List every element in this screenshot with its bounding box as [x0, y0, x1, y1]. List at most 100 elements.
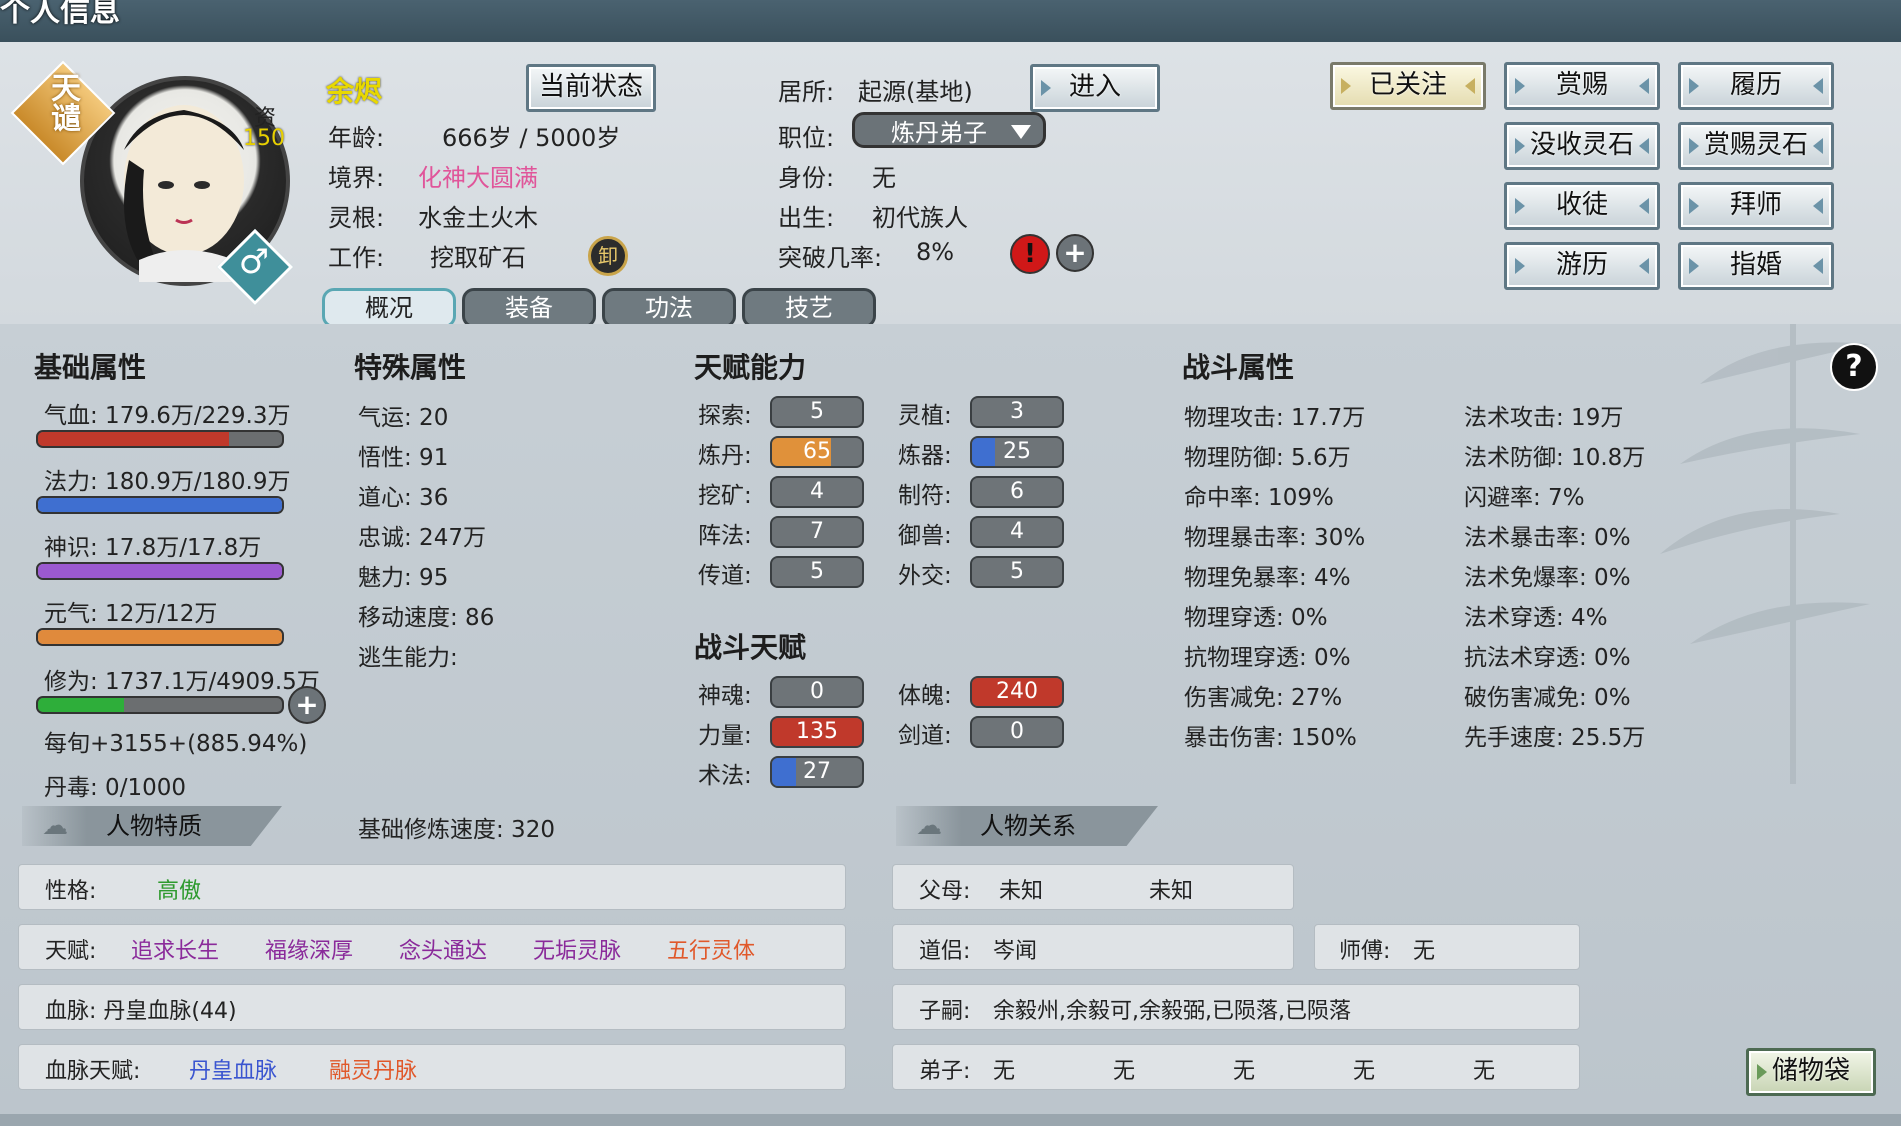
per-turn-gain: 每旬+3155+(885.94%) [44, 731, 308, 757]
work-value: 挖取矿石 [430, 244, 526, 272]
partner-panel: 道侣: 岑闻 [892, 924, 1294, 970]
master-value[interactable]: 无 [1413, 933, 1435, 965]
talent-stat-value: 25 [1003, 439, 1031, 464]
character-name: 余烬 [326, 75, 383, 108]
breakthrough-label: 突破几率: [778, 244, 883, 272]
parent-2[interactable]: 未知 [1149, 873, 1193, 905]
talent-stat-label: 炼器: [898, 443, 952, 469]
combat-stat: 法术防御: 10.8万 [1464, 445, 1646, 471]
combat-stat: 法术免爆率: 0% [1464, 565, 1631, 591]
combat-stat: 法术穿透: 4% [1464, 605, 1608, 631]
sense-bar [36, 562, 284, 580]
mp-bar-fill [38, 498, 282, 512]
talent-stat-label: 力量: [698, 723, 752, 749]
talent-stat-label: 阵法: [698, 523, 752, 549]
talent-stat-value: 240 [996, 679, 1038, 704]
talent-stat-fill [972, 398, 975, 426]
storage-bag-button[interactable]: 储物袋 [1746, 1048, 1876, 1096]
unload-work-icon[interactable]: 卸 [588, 236, 628, 276]
talent-stat-pill: 25 [970, 436, 1064, 468]
resume-button[interactable]: 履历 [1678, 62, 1834, 110]
position-label: 职位: [778, 124, 835, 152]
age-label: 年龄: [328, 124, 385, 152]
birth-label: 出生: [778, 204, 835, 232]
breakthrough-plus-icon[interactable]: + [1056, 234, 1094, 272]
combat-stat: 物理暴击率: 30% [1184, 525, 1366, 551]
talent-stat-label: 体魄: [898, 683, 952, 709]
combat-stat: 闪避率: 7% [1464, 485, 1585, 511]
talent-stat-label: 挖矿: [698, 483, 752, 509]
talent-stat-label: 剑道: [898, 723, 952, 749]
parent-1[interactable]: 未知 [999, 873, 1043, 905]
talent-stat-label: 术法: [698, 763, 752, 789]
talent-tag[interactable]: 五行灵体 [667, 933, 755, 965]
arrange-marriage-button[interactable]: 指婚 [1678, 242, 1834, 290]
tab-equipment[interactable]: 装备 [462, 288, 596, 328]
followed-button[interactable]: 已关注 [1330, 62, 1486, 110]
talent-stat-label: 探索: [698, 403, 752, 429]
talent-tag[interactable]: 丹皇血脉 [189, 1053, 277, 1085]
disciple-item[interactable]: 无 [1113, 1053, 1135, 1085]
birth-value: 初代族人 [872, 204, 968, 232]
basic-attributes-title: 基础属性 [34, 351, 147, 384]
disciples-panel: 弟子: 无 无 无 无 无 [892, 1044, 1580, 1090]
vigor-bar [36, 628, 284, 646]
children-value[interactable]: 余毅州,余毅可,余毅弼,已陨落,已陨落 [993, 993, 1351, 1025]
traits-header: ☁ 人物特质 [22, 806, 282, 846]
talent-tag[interactable]: 福缘深厚 [265, 933, 353, 965]
talent-stat-value: 27 [803, 759, 831, 784]
enter-button[interactable]: 进入 [1030, 64, 1160, 112]
disciple-item[interactable]: 无 [1353, 1053, 1375, 1085]
talent-stat-value: 4 [810, 479, 824, 504]
personality-panel: 性格: 高傲 [18, 864, 846, 910]
talent-tag[interactable]: 念头通达 [399, 933, 487, 965]
disciple-item[interactable]: 无 [1233, 1053, 1255, 1085]
position-dropdown[interactable]: 炼丹弟子 [852, 112, 1046, 148]
tab-skills[interactable]: 技艺 [742, 288, 876, 328]
talent-stat-value: 5 [1010, 559, 1024, 584]
reward-stone-button[interactable]: 赏赐灵石 [1678, 122, 1834, 170]
combat-stat: 抗法术穿透: 0% [1464, 645, 1631, 671]
base-cultivation-speed: 基础修炼速度: 320 [358, 817, 555, 843]
tab-overview[interactable]: 概况 [322, 288, 456, 328]
talent-tag[interactable]: 无垢灵脉 [533, 933, 621, 965]
warning-icon[interactable]: ! [1010, 234, 1050, 274]
hp-bar [36, 430, 284, 448]
parents-panel: 父母: 未知 未知 [892, 864, 1294, 910]
disciple-item[interactable]: 无 [993, 1053, 1015, 1085]
combat-stat: 法术攻击: 19万 [1464, 405, 1624, 431]
window-titlebar: 个人信息 [0, 0, 1901, 42]
talent-stat-value: 5 [810, 559, 824, 584]
bamboo-decoration-icon [1660, 324, 1870, 784]
special-item: 道心: 36 [358, 485, 449, 511]
partner-value[interactable]: 岑闻 [993, 933, 1037, 965]
become-apprentice-button[interactable]: 拜师 [1678, 182, 1834, 230]
talent-stat-value: 5 [810, 399, 824, 424]
take-apprentice-button[interactable]: 收徒 [1504, 182, 1660, 230]
special-attributes-title: 特殊属性 [354, 351, 467, 384]
personality-value: 高傲 [157, 879, 202, 904]
cultivation-plus-icon[interactable]: + [288, 686, 326, 724]
personality-label: 性格: [45, 879, 97, 904]
breakthrough-value: 8% [916, 238, 955, 266]
bottom-strip [0, 1114, 1901, 1126]
reward-button[interactable]: 赏赐 [1504, 62, 1660, 110]
talent-stat-pill: 4 [970, 516, 1064, 548]
talent-tag[interactable]: 追求长生 [131, 933, 219, 965]
talent-tag[interactable]: 融灵丹脉 [329, 1053, 417, 1085]
disciple-item[interactable]: 无 [1473, 1053, 1495, 1085]
talent-stat-pill: 5 [770, 396, 864, 428]
sense-label: 神识: 17.8万/17.8万 [44, 535, 262, 561]
work-label: 工作: [328, 244, 385, 272]
talent-stat-value: 65 [803, 439, 831, 464]
current-status-button[interactable]: 当前状态 [526, 64, 656, 112]
residence-value: 起源(基地) [858, 78, 973, 106]
travel-button[interactable]: 游历 [1504, 242, 1660, 290]
talent-stat-value: 135 [796, 719, 838, 744]
help-icon[interactable]: ? [1830, 343, 1878, 391]
special-item: 逃生能力: [358, 645, 458, 671]
tab-techniques[interactable]: 功法 [602, 288, 736, 328]
talent-stat-pill: 240 [970, 676, 1064, 708]
battle-talent-title: 战斗天赋 [694, 631, 807, 664]
confiscate-stone-button[interactable]: 没收灵石 [1504, 122, 1660, 170]
